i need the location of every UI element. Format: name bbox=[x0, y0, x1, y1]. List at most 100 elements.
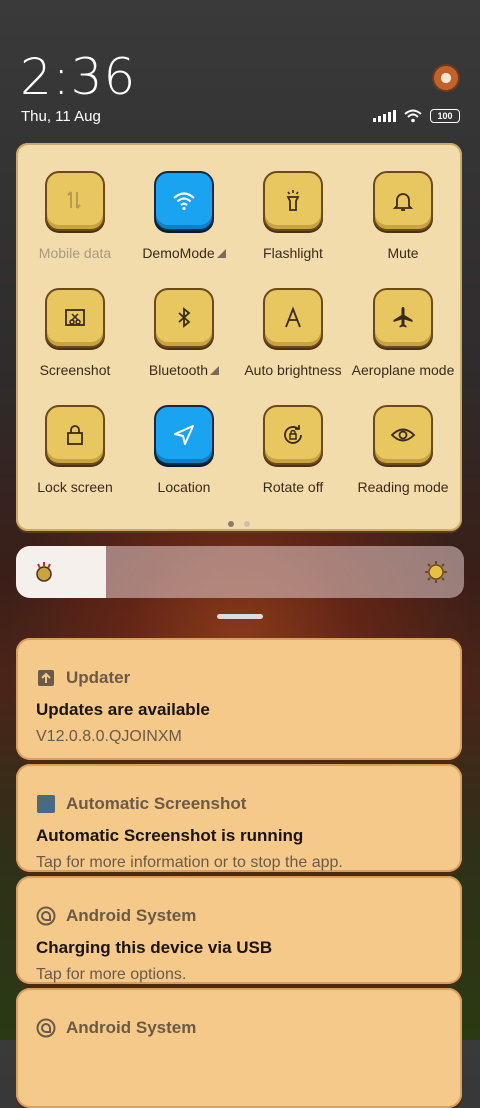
rotate-lock-icon bbox=[284, 425, 302, 444]
tile-label: DemoMode bbox=[129, 245, 239, 261]
expand-caret-icon bbox=[210, 366, 220, 375]
page-dot-active bbox=[228, 521, 234, 527]
tile-label: Reading mode bbox=[348, 479, 458, 495]
tile-demomode-button[interactable] bbox=[154, 171, 214, 231]
tile-label-text: Rotate off bbox=[262, 479, 324, 495]
brightness-slider-fill bbox=[16, 546, 106, 598]
eye-icon bbox=[390, 428, 416, 442]
tile-rotate-off[interactable]: Rotate off bbox=[238, 405, 348, 495]
brightness-high-icon bbox=[425, 561, 447, 583]
tile-label-text: Location bbox=[157, 479, 211, 495]
notification-header: Android System bbox=[36, 1018, 196, 1038]
brightness-low-icon bbox=[36, 562, 52, 582]
tile-label-text: Flashlight bbox=[263, 245, 323, 261]
expand-caret-icon bbox=[216, 249, 226, 258]
status-icons: 100 bbox=[373, 109, 460, 123]
notification-body: V12.0.8.0.QJOINXM bbox=[36, 728, 182, 745]
upload-arrow-icon bbox=[38, 670, 54, 686]
signal-icon bbox=[373, 110, 396, 122]
tile-label-text: DemoMode bbox=[142, 245, 215, 261]
notification-app-name: Automatic Screenshot bbox=[66, 794, 247, 813]
notification-body: Tap for more options. bbox=[36, 966, 187, 983]
tile-location-button[interactable] bbox=[154, 405, 214, 465]
screenshot-icon bbox=[65, 309, 85, 326]
tile-mute-button[interactable] bbox=[373, 171, 433, 231]
app-square-icon bbox=[37, 795, 55, 813]
notification-app-name: Android System bbox=[66, 906, 197, 925]
tile-label-text: Aeroplane mode bbox=[351, 362, 455, 378]
tile-label-text: Mute bbox=[387, 245, 419, 261]
notification-card[interactable]: Updater Updates are available V12.0.8.0.QJ… bbox=[16, 638, 462, 760]
tile-label: Lock screen bbox=[20, 479, 130, 495]
notification-card[interactable]: Android System bbox=[16, 988, 462, 1108]
tile-label: Auto brightness bbox=[238, 362, 348, 378]
tile-demomode[interactable]: DemoMode bbox=[129, 171, 239, 261]
tile-lock-screen-button[interactable] bbox=[45, 405, 105, 465]
tile-label: Aeroplane mode bbox=[348, 362, 458, 378]
battery-icon: 100 bbox=[430, 109, 460, 123]
tile-reading-mode[interactable]: Reading mode bbox=[348, 405, 458, 495]
tile-screenshot-button[interactable] bbox=[45, 288, 105, 348]
tile-mute[interactable]: Mute bbox=[348, 171, 458, 261]
clock-date: Thu, 11 Aug bbox=[21, 108, 101, 125]
tile-mobile-data-button[interactable] bbox=[45, 171, 105, 231]
tile-auto-brightness-button[interactable] bbox=[263, 288, 323, 348]
tile-label: Rotate off bbox=[238, 479, 348, 495]
bluetooth-icon bbox=[178, 307, 191, 328]
panel-drag-handle[interactable] bbox=[217, 614, 263, 619]
flashlight-icon bbox=[286, 190, 300, 211]
tile-location[interactable]: Location bbox=[129, 405, 239, 495]
tile-bluetooth-button[interactable] bbox=[154, 288, 214, 348]
android-system-icon bbox=[36, 906, 56, 926]
lock-icon bbox=[67, 425, 83, 445]
tile-label-text: Screenshot bbox=[39, 362, 111, 378]
brightness-slider[interactable] bbox=[16, 546, 464, 598]
auto-brightness-icon bbox=[285, 306, 301, 328]
tile-label: Bluetooth bbox=[129, 362, 239, 378]
tile-lock-screen[interactable]: Lock screen bbox=[20, 405, 130, 495]
settings-gear-icon[interactable] bbox=[432, 64, 460, 92]
location-icon bbox=[174, 425, 194, 445]
clock-time: 2:36 bbox=[20, 48, 137, 106]
tile-reading-mode-button[interactable] bbox=[373, 405, 433, 465]
tile-label: Screenshot bbox=[20, 362, 130, 378]
airplane-icon bbox=[393, 307, 413, 328]
tile-label-text: Auto brightness bbox=[244, 362, 342, 378]
notification-card[interactable]: Android System Charging this device via U… bbox=[16, 876, 462, 984]
notification-header: Android System bbox=[36, 906, 196, 926]
notification-title: Automatic Screenshot is running bbox=[36, 826, 304, 845]
tile-label: Flashlight bbox=[238, 245, 348, 261]
wifi-icon bbox=[173, 192, 195, 211]
notification-app-name: Updater bbox=[66, 668, 131, 687]
tile-bluetooth[interactable]: Bluetooth bbox=[129, 288, 239, 378]
quick-settings-panel: Mobile data DemoMode Flashlight Mute Screens… bbox=[16, 143, 462, 531]
wifi-status-icon bbox=[404, 109, 422, 123]
bell-icon bbox=[392, 193, 414, 211]
notification-card[interactable]: Automatic Screenshot Automatic Screenshot… bbox=[16, 764, 462, 872]
notification-body: Tap for more information or to stop the … bbox=[36, 854, 343, 871]
tile-label-text: Mobile data bbox=[38, 245, 112, 261]
tile-screenshot[interactable]: Screenshot bbox=[20, 288, 130, 378]
page-indicator bbox=[16, 521, 462, 527]
tile-label: Mute bbox=[348, 245, 458, 261]
notification-title: Charging this device via USB bbox=[36, 938, 273, 957]
tile-label: Mobile data bbox=[20, 245, 130, 261]
notification-title: Updates are available bbox=[36, 700, 210, 719]
tile-label-text: Bluetooth bbox=[148, 362, 209, 378]
notification-header: Automatic Screenshot bbox=[36, 794, 246, 814]
tile-flashlight[interactable]: Flashlight bbox=[238, 171, 348, 261]
tile-mobile-data[interactable]: Mobile data bbox=[20, 171, 130, 261]
tile-label-text: Lock screen bbox=[37, 479, 113, 495]
mobile-data-icon bbox=[67, 191, 81, 209]
tile-label-text: Reading mode bbox=[357, 479, 449, 495]
notification-app-name: Android System bbox=[66, 1018, 197, 1037]
android-system-icon bbox=[36, 1018, 56, 1038]
tile-label: Location bbox=[129, 479, 239, 495]
tile-aeroplane-mode[interactable]: Aeroplane mode bbox=[348, 288, 458, 378]
tile-auto-brightness[interactable]: Auto brightness bbox=[238, 288, 348, 378]
page-dot bbox=[244, 521, 250, 527]
tile-aeroplane-mode-button[interactable] bbox=[373, 288, 433, 348]
notification-header: Updater bbox=[36, 668, 130, 688]
tile-flashlight-button[interactable] bbox=[263, 171, 323, 231]
tile-rotate-off-button[interactable] bbox=[263, 405, 323, 465]
